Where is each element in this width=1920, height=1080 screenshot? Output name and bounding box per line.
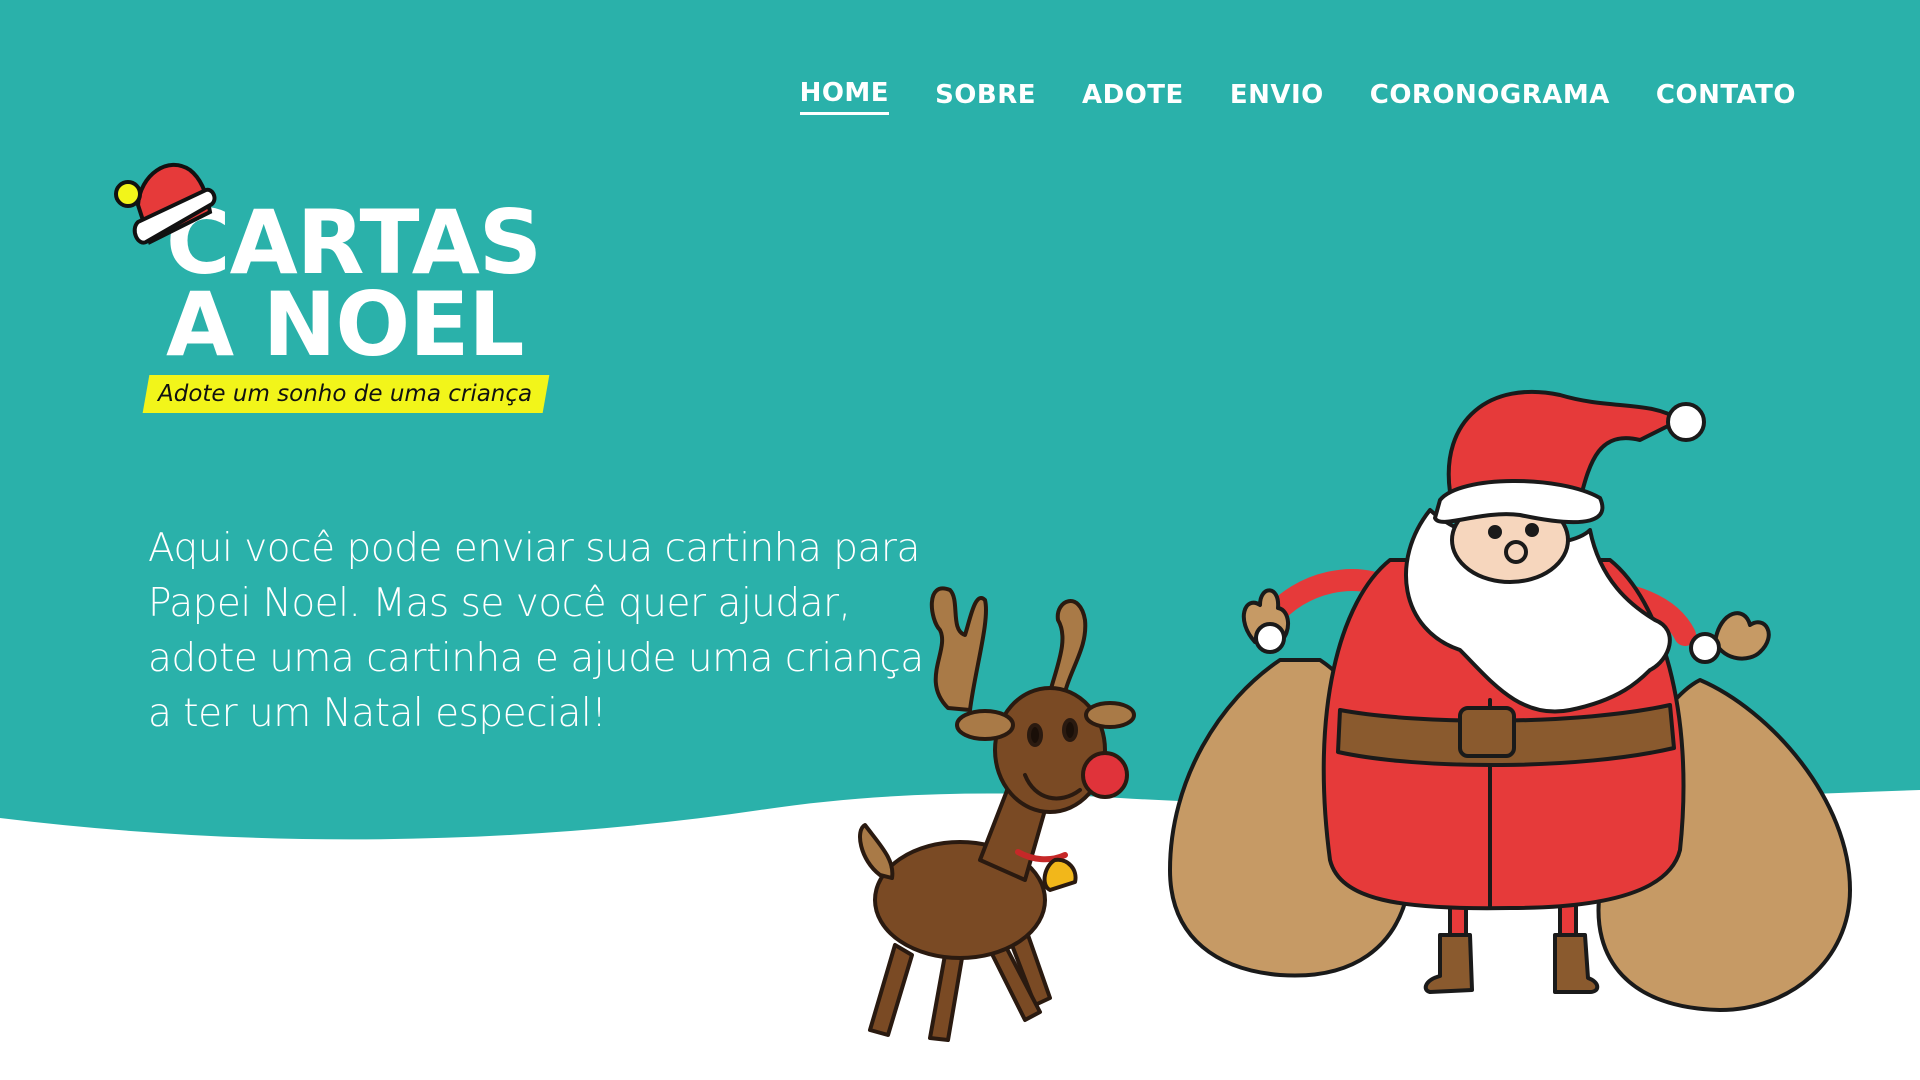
- santa-hat-icon: [114, 163, 217, 245]
- nav-home[interactable]: HOME: [799, 78, 890, 115]
- nav-sobre[interactable]: SOBRE: [935, 80, 1036, 114]
- main-nav: HOME SOBRE ADOTE ENVIO CORONOGRAMA CONTA…: [799, 78, 1796, 115]
- nav-contato[interactable]: CONTATO: [1656, 80, 1796, 114]
- logo-line-1: CARTAS: [166, 191, 542, 294]
- site-logo[interactable]: CARTAS A NOEL Adote um sonho de uma cria…: [108, 150, 568, 420]
- nav-coronograma[interactable]: CORONOGRAMA: [1370, 80, 1610, 114]
- logo-title: CARTAS A NOEL: [166, 191, 542, 376]
- logo-tagline: Adote um sonho de uma criança: [142, 375, 550, 413]
- nav-adote[interactable]: ADOTE: [1082, 80, 1184, 114]
- logo-line-2: A NOEL: [166, 273, 524, 376]
- reindeer-illustration: [858, 586, 1136, 1042]
- santa-claus-illustration: [1168, 389, 1852, 1012]
- nav-envio[interactable]: ENVIO: [1230, 80, 1324, 114]
